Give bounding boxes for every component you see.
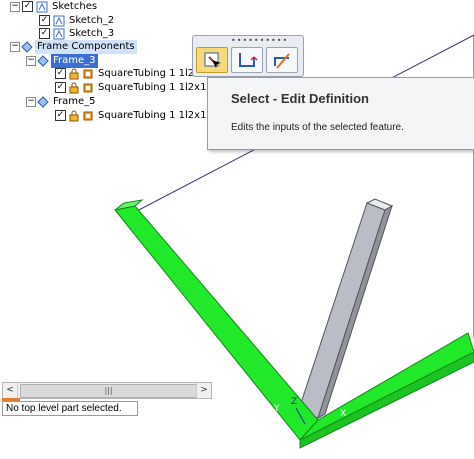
item-checkbox[interactable]: ✓ [55,110,66,121]
command-toolbar: •••••••••• [192,35,304,77]
item-checkbox[interactable]: ✓ [55,82,66,93]
scroll-thumb[interactable]: ||| [20,384,197,398]
tree-row-sketch2[interactable]: ✓ Sketch_2 [0,14,120,28]
tooltip-title: Select - Edit Definition [231,91,369,106]
part-icon [83,111,93,121]
sketches-checkbox[interactable]: ✓ [22,1,33,12]
collapse-toggle[interactable]: − [10,2,20,12]
scroll-left-arrow[interactable]: < [3,383,18,398]
tree-row-frame3-item2[interactable]: ✓ SquareTubing 1 1l2x1 1l2 [0,81,225,95]
tree-row-frame-components[interactable]: − Frame Components [0,40,137,54]
collapse-toggle[interactable]: − [26,97,36,107]
axis-y-label: Y [273,404,280,414]
status-message: No top level part selected. [2,401,138,416]
sketch2-label: Sketch_2 [69,15,115,26]
axis-z-label: Z [291,397,297,407]
part-icon [83,83,93,93]
tree-row-sketches[interactable]: − ✓ Sketches [0,0,110,14]
collapse-toggle[interactable]: − [10,42,20,52]
sketch2-checkbox[interactable]: ✓ [39,15,50,26]
frame-options-button[interactable] [266,47,298,73]
sketch-icon [53,28,65,40]
part-icon [83,69,93,79]
sketch-folder-icon [36,1,48,13]
lock-icon [69,82,79,94]
axis-x-label: X [340,409,346,419]
frame-highlight-left[interactable] [114,199,319,441]
tree-row-frame5-item1[interactable]: ✓ SquareTubing 1 1l2x1 1l2 [0,109,225,123]
tree-row-frame3[interactable]: − Frame_3 [0,54,100,68]
frame5-label: Frame_5 [53,96,96,107]
scroll-right-arrow[interactable]: > [196,383,211,398]
sketch3-checkbox[interactable]: ✓ [39,28,50,39]
frame-options-icon [274,53,290,69]
command-tooltip: Select - Edit Definition Edits the input… [207,77,474,150]
tooltip-description: Edits the inputs of the selected feature… [231,122,404,133]
frame-components-label: Frame Components [35,40,137,54]
frame-components-icon [21,41,33,53]
frame-icon [37,96,49,108]
frame-icon [37,55,49,67]
tree-horizontal-scrollbar[interactable]: < ||| > [2,382,212,399]
tree-row-frame3-item1[interactable]: ✓ SquareTubing 1 1l2x1 1l2 [0,67,225,81]
tree-row-sketch3[interactable]: ✓ Sketch_3 [0,27,120,41]
sketch3-label: Sketch_3 [69,28,115,39]
toolbar-grip[interactable]: •••••••••• [231,37,288,45]
collapse-toggle[interactable]: − [26,56,36,66]
edit-definition-icon [204,52,221,68]
sketch-path-button[interactable] [231,47,263,73]
select-edit-definition-button[interactable] [196,47,228,73]
sketches-label: Sketches [52,1,98,12]
sketch-icon [53,15,65,27]
lock-icon [69,110,79,122]
lock-icon [69,68,79,80]
tree-row-frame5[interactable]: − Frame_5 [0,95,100,109]
frame3-label: Frame_3 [51,54,98,68]
item-checkbox[interactable]: ✓ [55,68,66,79]
path-step-icon [239,53,258,67]
